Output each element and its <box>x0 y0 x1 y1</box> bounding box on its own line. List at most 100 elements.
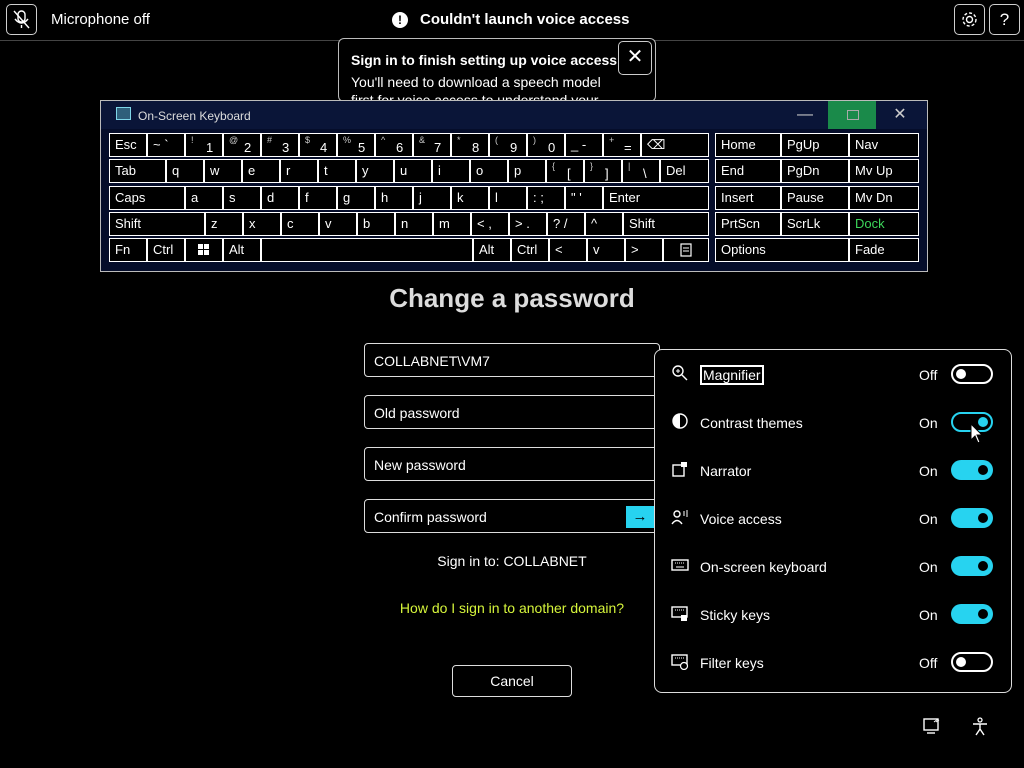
key-p[interactable]: p <box>508 159 546 183</box>
key-shift-right[interactable]: Shift <box>623 212 709 236</box>
osk-close-button[interactable]: ✕ <box>876 101 924 129</box>
key-u[interactable]: u <box>394 159 432 183</box>
key-insert[interactable]: Insert <box>715 186 781 210</box>
key-v[interactable]: v <box>319 212 357 236</box>
key-6[interactable]: ^ 6 <box>375 133 413 157</box>
key-pause[interactable]: Pause <box>781 186 849 210</box>
key-enter[interactable]: Enter <box>603 186 709 210</box>
key-l[interactable]: l <box>489 186 527 210</box>
key-prtscn[interactable]: PrtScn <box>715 212 781 236</box>
key-h[interactable]: h <box>375 186 413 210</box>
microphone-button[interactable] <box>6 4 37 35</box>
key-1[interactable]: ! 1 <box>185 133 223 157</box>
key-ctrl-right[interactable]: Ctrl <box>511 238 549 262</box>
key-scrlk[interactable]: ScrLk <box>781 212 849 236</box>
key-caps[interactable]: Caps <box>109 186 185 210</box>
sticky-keys-toggle[interactable] <box>951 604 993 624</box>
key-end[interactable]: End <box>715 159 781 183</box>
key-m[interactable]: m <box>433 212 471 236</box>
key-x[interactable]: x <box>243 212 281 236</box>
key-7[interactable]: & 7 <box>413 133 451 157</box>
key-s[interactable]: s <box>223 186 261 210</box>
key-g[interactable]: g <box>337 186 375 210</box>
key-w[interactable]: w <box>204 159 242 183</box>
key-right-bracket[interactable]: }] <box>584 159 622 183</box>
key-tab[interactable]: Tab <box>109 159 166 183</box>
key-3[interactable]: #3 <box>261 133 299 157</box>
key-fade[interactable]: Fade <box>849 238 919 262</box>
key-8[interactable]: * 8 <box>451 133 489 157</box>
key-9[interactable]: (9 <box>489 133 527 157</box>
key-j[interactable]: j <box>413 186 451 210</box>
key-up-arrow[interactable]: ^ <box>585 212 623 236</box>
filter-keys-toggle[interactable] <box>951 652 993 672</box>
key-semicolon[interactable]: : ; <box>527 186 565 210</box>
key-fn[interactable]: Fn <box>109 238 147 262</box>
cancel-button[interactable]: Cancel <box>452 665 572 697</box>
key-esc[interactable]: Esc <box>109 133 147 157</box>
key-b[interactable]: b <box>357 212 395 236</box>
key-q[interactable]: q <box>166 159 204 183</box>
key-space[interactable] <box>261 238 473 262</box>
key-i[interactable]: i <box>432 159 470 183</box>
key-a[interactable]: a <box>185 186 223 210</box>
osk-minimize-button[interactable]: — <box>781 106 829 124</box>
key-pgup[interactable]: PgUp <box>781 133 849 157</box>
key-5[interactable]: % 5 <box>337 133 375 157</box>
key-y[interactable]: y <box>356 159 394 183</box>
submit-arrow-button[interactable]: → <box>626 506 654 528</box>
key-mvdn[interactable]: Mv Dn <box>849 186 919 210</box>
key-backslash[interactable]: | \ <box>622 159 660 183</box>
key-nav[interactable]: Nav <box>849 133 919 157</box>
settings-button[interactable] <box>954 4 985 35</box>
key-alt-right[interactable]: Alt <box>473 238 511 262</box>
key-backspace[interactable]: ⌫ <box>641 133 709 157</box>
key-options[interactable]: Options <box>715 238 849 262</box>
key-del[interactable]: Del <box>660 159 709 183</box>
magnifier-toggle[interactable] <box>951 364 993 384</box>
key-2[interactable]: @2 <box>223 133 261 157</box>
key-e[interactable]: e <box>242 159 280 183</box>
accessibility-icon[interactable] <box>970 717 990 737</box>
key-tilde[interactable]: ~ ` <box>147 133 185 157</box>
key-home[interactable]: Home <box>715 133 781 157</box>
key-n[interactable]: n <box>395 212 433 236</box>
help-button[interactable]: ? <box>989 4 1020 35</box>
key-quote[interactable]: " ' <box>565 186 603 210</box>
key-z[interactable]: z <box>205 212 243 236</box>
key-windows[interactable] <box>185 238 223 262</box>
key-pgdn[interactable]: PgDn <box>781 159 849 183</box>
network-icon[interactable] <box>922 717 942 737</box>
key-mvup[interactable]: Mv Up <box>849 159 919 183</box>
key-comma[interactable]: < , <box>471 212 509 236</box>
narrator-toggle[interactable] <box>951 460 993 480</box>
key-ctrl-left[interactable]: Ctrl <box>147 238 185 262</box>
key-menu[interactable] <box>663 238 709 262</box>
key-period[interactable]: > . <box>509 212 547 236</box>
username-field[interactable]: COLLABNET\VM7 <box>364 343 660 377</box>
old-password-field[interactable]: Old password <box>364 395 660 429</box>
key-d[interactable]: d <box>261 186 299 210</box>
key-dock[interactable]: Dock <box>849 212 919 236</box>
on-screen-keyboard-toggle[interactable] <box>951 556 993 576</box>
key-t[interactable]: t <box>318 159 356 183</box>
key-equal[interactable]: + = <box>603 133 641 157</box>
key-right-arrow[interactable]: > <box>625 238 663 262</box>
key-r[interactable]: r <box>280 159 318 183</box>
key-left-arrow[interactable]: < <box>549 238 587 262</box>
key-o[interactable]: o <box>470 159 508 183</box>
key-f[interactable]: f <box>299 186 337 210</box>
popup-close-button[interactable]: ✕ <box>618 41 652 75</box>
key-left-bracket[interactable]: {[ <box>546 159 584 183</box>
new-password-field[interactable]: New password <box>364 447 660 481</box>
key-0[interactable]: ) 0 <box>527 133 565 157</box>
key-c[interactable]: c <box>281 212 319 236</box>
key-down-arrow[interactable]: v <box>587 238 625 262</box>
key-4[interactable]: $4 <box>299 133 337 157</box>
key-shift-left[interactable]: Shift <box>109 212 205 236</box>
voice-access-toggle[interactable] <box>951 508 993 528</box>
key-minus[interactable]: _ - <box>565 133 603 157</box>
key-slash[interactable]: ? / <box>547 212 585 236</box>
key-alt-left[interactable]: Alt <box>223 238 261 262</box>
confirm-password-field[interactable]: Confirm password → <box>364 499 660 533</box>
